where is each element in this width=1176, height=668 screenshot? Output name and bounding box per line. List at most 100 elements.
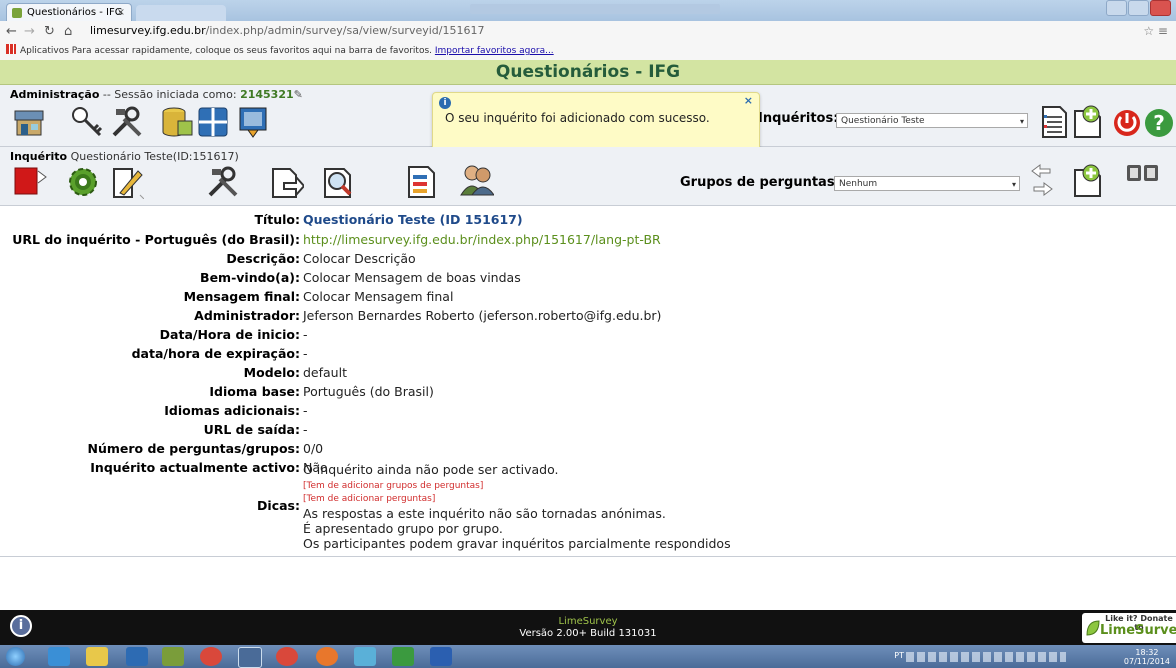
bookmark-star-icon[interactable]: ☆ ≡ xyxy=(1143,24,1168,38)
question-groups-label: Grupos de perguntas: xyxy=(680,175,840,190)
detail-label: Idioma base: xyxy=(209,384,300,399)
question-groups-value: Nenhum xyxy=(839,179,878,189)
tip-line: O inquérito ainda não pode ser activado. xyxy=(303,462,559,477)
detail-value: Português (do Brasil) xyxy=(303,384,434,399)
new-tab-button[interactable] xyxy=(136,5,226,21)
detail-label: Administrador: xyxy=(194,308,300,323)
info-icon: i xyxy=(439,97,451,109)
question-groups-select[interactable]: Nenhum ▾ xyxy=(834,176,1020,191)
url-host: limesurvey.ifg.edu.br xyxy=(90,24,206,37)
chrome-taskbar-icon[interactable] xyxy=(200,647,222,666)
windows-taskbar: PT 18:32 07/11/2014 xyxy=(0,645,1176,668)
detail-value: - xyxy=(303,327,308,342)
detail-label: Mensagem final: xyxy=(183,289,300,304)
back-icon[interactable]: ← xyxy=(6,24,17,39)
toggle-view-icon[interactable] xyxy=(1126,163,1160,183)
detail-value: Colocar Mensagem final xyxy=(303,289,454,304)
detail-value: Jeferson Bernardes Roberto (jeferson.rob… xyxy=(303,308,662,323)
survey-toolbar: Inquérito Questionário Teste(ID:151617) … xyxy=(0,147,1176,206)
explorer-taskbar-icon[interactable] xyxy=(86,647,108,666)
survey-url-link[interactable]: http://limesurvey.ifg.edu.br/index.php/1… xyxy=(303,232,661,247)
display-export-icon[interactable] xyxy=(270,165,304,199)
app-taskbar-icon[interactable] xyxy=(238,647,262,668)
label-sets-icon[interactable] xyxy=(196,105,230,139)
notification-message: O seu inquérito foi adicionado com suces… xyxy=(445,111,710,125)
notification-close-icon[interactable]: × xyxy=(744,94,753,107)
ie-taskbar-icon[interactable] xyxy=(48,647,70,666)
home-admin-icon[interactable] xyxy=(12,105,46,139)
page-title: Questionários - IFG xyxy=(0,60,1176,85)
start-button[interactable] xyxy=(6,647,25,666)
footer-brand: LimeSurvey xyxy=(558,616,618,627)
donate-brand: LimeSurvey xyxy=(1100,623,1176,638)
database-icon[interactable] xyxy=(160,105,194,139)
add-question-group-icon[interactable] xyxy=(1070,164,1104,198)
clock-date: 07/11/2014 xyxy=(1123,657,1170,666)
detail-value: Colocar Mensagem de boas vindas xyxy=(303,270,521,285)
system-tray xyxy=(906,652,1066,662)
tips-label: Dicas: xyxy=(257,498,300,513)
footer-version: Versão 2.00+ Build 131031 xyxy=(519,628,657,639)
session-text: -- Sessão iniciada como: xyxy=(99,88,241,101)
participants-icon[interactable] xyxy=(460,163,494,197)
app-taskbar-icon[interactable] xyxy=(162,647,184,666)
survey-select-value: Questionário Teste xyxy=(841,116,925,126)
key-icon[interactable] xyxy=(70,105,104,139)
prev-next-group-icon[interactable] xyxy=(1028,163,1062,197)
add-survey-icon[interactable] xyxy=(1070,105,1104,139)
detail-value: Questionário Teste (ID 151617) xyxy=(303,212,523,227)
donate-button[interactable]: Like it? Donate to LimeSurvey xyxy=(1082,613,1176,643)
window-controls xyxy=(1106,0,1176,18)
app-taskbar-icon[interactable] xyxy=(354,647,376,666)
survey-select[interactable]: Questionário Teste ▾ xyxy=(836,113,1028,128)
tip-line: Os participantes podem gravar inquéritos… xyxy=(303,536,731,551)
home-icon[interactable]: ⌂ xyxy=(64,24,72,39)
chevron-down-icon: ▾ xyxy=(1011,180,1016,189)
language-indicator[interactable]: PT xyxy=(894,651,904,660)
templates-icon[interactable] xyxy=(236,105,270,139)
survey-tools-icon[interactable] xyxy=(206,165,240,199)
survey-settings-gear-icon[interactable] xyxy=(66,165,100,199)
detail-value: Colocar Descrição xyxy=(303,251,416,266)
tab-title: Questionários - IFG xyxy=(27,7,123,18)
apps-icon[interactable] xyxy=(6,44,16,54)
excel-taskbar-icon[interactable] xyxy=(392,647,414,666)
edit-survey-icon[interactable] xyxy=(110,165,144,199)
limesurvey-favicon-icon xyxy=(12,8,22,18)
tab-close-icon[interactable]: × xyxy=(117,4,125,22)
chevron-down-icon: ▾ xyxy=(1019,117,1024,126)
footer: i LimeSurvey Versão 2.00+ Build 131031 L… xyxy=(0,610,1176,645)
word-taskbar-icon[interactable] xyxy=(430,647,452,666)
import-bookmarks-link[interactable]: Importar favoritos agora... xyxy=(435,46,554,56)
reload-icon[interactable]: ↻ xyxy=(44,24,55,39)
admin-label: Administração xyxy=(10,88,100,101)
activate-survey-icon[interactable] xyxy=(14,165,48,199)
edit-pencil-icon[interactable]: ✎ xyxy=(294,88,303,101)
lime-logo-icon xyxy=(1086,620,1100,636)
maximize-button[interactable] xyxy=(1128,0,1149,16)
question-order-icon[interactable] xyxy=(404,165,438,199)
logout-icon[interactable] xyxy=(1110,105,1144,139)
survey-list-icon[interactable] xyxy=(1036,105,1070,139)
responses-icon[interactable] xyxy=(322,165,356,199)
svg-text:?: ? xyxy=(1153,111,1165,135)
detail-value: - xyxy=(303,346,308,361)
detail-label: Modelo: xyxy=(243,365,300,380)
firefox-taskbar-icon[interactable] xyxy=(316,647,338,666)
tools-icon[interactable] xyxy=(110,105,144,139)
detail-label: Data/Hora de inicio: xyxy=(159,327,300,342)
survey-name: Questionário Teste(ID:151617) xyxy=(67,150,239,163)
browser-tab[interactable]: Questionários - IFG × xyxy=(6,3,132,21)
detail-label: Título: xyxy=(254,212,300,227)
detail-label: data/hora de expiração: xyxy=(131,346,300,361)
help-icon[interactable]: ? xyxy=(1142,105,1176,139)
chrome-taskbar-icon[interactable] xyxy=(276,647,298,666)
close-window-button[interactable] xyxy=(1150,0,1171,16)
forward-icon[interactable]: → xyxy=(24,24,35,39)
browser-tab-bar: Questionários - IFG × xyxy=(0,0,1176,21)
outlook-taskbar-icon[interactable] xyxy=(126,647,148,666)
clock[interactable]: 18:32 07/11/2014 xyxy=(1124,648,1170,666)
minimize-button[interactable] xyxy=(1106,0,1127,16)
url-input[interactable]: limesurvey.ifg.edu.br/index.php/admin/su… xyxy=(90,24,484,37)
bookmarks-bar: Aplicativos Para acessar rapidamente, co… xyxy=(0,43,1176,61)
